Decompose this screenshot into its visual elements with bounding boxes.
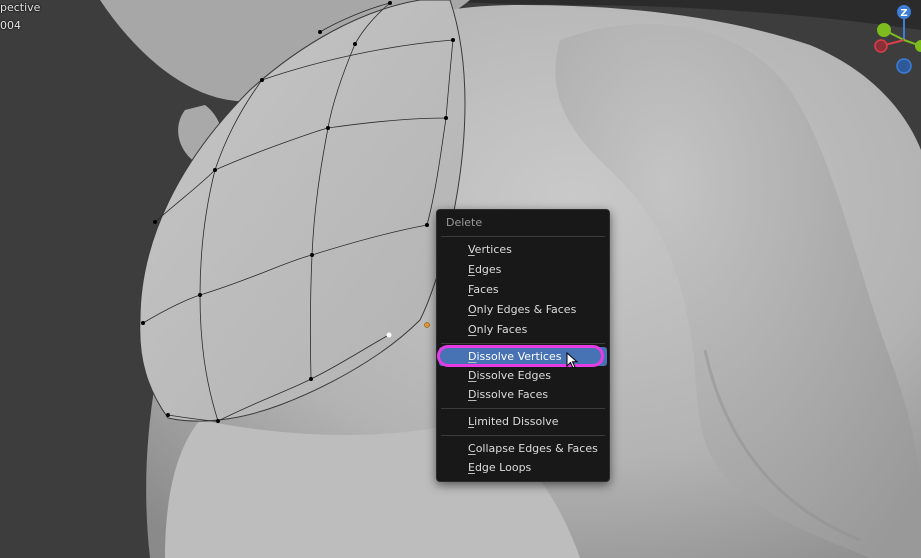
navigation-gizmo[interactable]: Z — [868, 0, 921, 80]
mouse-cursor-icon — [566, 352, 579, 369]
object-label: 004 — [0, 19, 21, 32]
menu-separator — [441, 343, 605, 344]
menu-item-dissolve-vertices[interactable]: Dissolve Vertices — [439, 347, 607, 366]
menu-item-dissolve-edges[interactable]: Dissolve Edges — [439, 366, 607, 385]
menu-separator — [441, 408, 605, 409]
menu-item-only-faces[interactable]: Only Faces — [439, 320, 607, 339]
y-axis-handle — [877, 23, 891, 37]
menu-item-edge-loops[interactable]: Edge Loops — [439, 458, 607, 477]
svg-text:Z: Z — [900, 8, 907, 19]
menu-item-dissolve-faces[interactable]: Dissolve Faces — [439, 385, 607, 404]
menu-item-only-edges-faces[interactable]: Only Edges & Faces — [439, 300, 607, 319]
menu-item-limited-dissolve[interactable]: Limited Dissolve — [439, 412, 607, 431]
menu-item-vertices[interactable]: Vertices — [439, 240, 607, 259]
object-origin — [424, 322, 430, 328]
menu-title: Delete — [446, 216, 483, 229]
menu-item-faces[interactable]: Faces — [439, 280, 607, 299]
active-vertex — [386, 332, 392, 338]
x-axis-neg-handle — [874, 39, 888, 53]
menu-item-collapse-edges-faces[interactable]: Collapse Edges & Faces — [439, 439, 607, 458]
delete-context-menu: Delete Vertices Edges Faces Only Edges &… — [436, 209, 610, 482]
menu-separator — [441, 435, 605, 436]
y-axis-neg-handle — [915, 40, 921, 52]
view-label: pective — [0, 1, 41, 14]
z-axis-neg-handle — [896, 58, 912, 74]
menu-item-edges[interactable]: Edges — [439, 260, 607, 279]
menu-separator — [441, 236, 605, 237]
